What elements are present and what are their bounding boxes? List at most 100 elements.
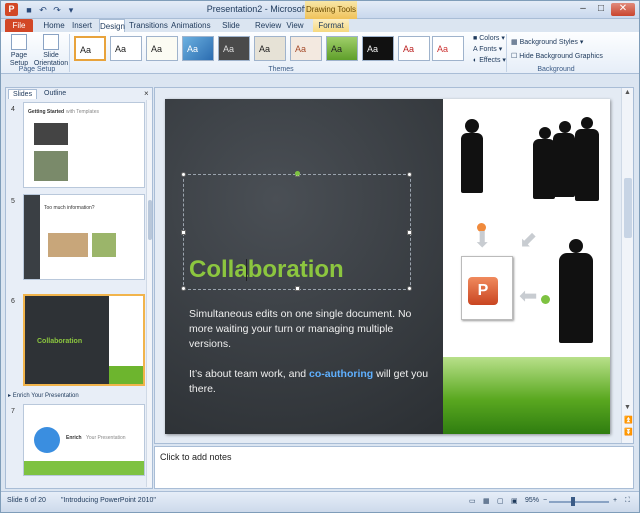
thumb-subtitle: Your Presentation bbox=[86, 435, 126, 441]
slide-thumbnail-6[interactable]: Collaboration bbox=[23, 294, 145, 386]
colors-button[interactable]: ■ Colors ▾ bbox=[473, 34, 505, 43]
next-slide-icon[interactable]: ⏬ bbox=[624, 428, 633, 436]
slide-body-text[interactable]: Simultaneous edits on one single documen… bbox=[189, 307, 429, 412]
theme-thumbnail[interactable]: Aa bbox=[398, 36, 430, 61]
tab-insert[interactable]: Insert bbox=[69, 19, 95, 32]
theme-thumbnail[interactable]: Aa bbox=[146, 36, 178, 61]
tab-view[interactable]: View bbox=[285, 19, 305, 32]
person-silhouette-icon bbox=[569, 239, 583, 253]
fonts-button[interactable]: A Fonts ▾ bbox=[473, 45, 502, 54]
scroll-down-icon[interactable]: ▼ bbox=[624, 404, 631, 411]
ribbon: Page Setup Slide Orientation Page Setup … bbox=[1, 32, 639, 74]
slide-thumbnail-5[interactable]: Too much information? bbox=[23, 194, 145, 280]
resize-handle[interactable] bbox=[407, 172, 412, 177]
zoom-slider-knob[interactable] bbox=[571, 497, 575, 506]
person-silhouette-icon bbox=[559, 121, 571, 133]
tab-slides[interactable]: Slides bbox=[8, 89, 38, 99]
theme-thumbnail[interactable]: Aa bbox=[362, 36, 394, 61]
tab-home[interactable]: Home bbox=[41, 19, 67, 32]
resize-handle[interactable] bbox=[407, 286, 412, 291]
resize-handle[interactable] bbox=[181, 172, 186, 177]
body-text: It’s about team work, and bbox=[189, 368, 310, 380]
grass-image bbox=[443, 357, 610, 434]
theme-thumbnail[interactable]: Aa bbox=[254, 36, 286, 61]
effects-button[interactable]: ◐ Effects ▾ bbox=[473, 56, 506, 65]
thumb-title: Enrich bbox=[66, 435, 82, 441]
person-silhouette-icon bbox=[575, 129, 599, 201]
slide-editing-area: Collaboration Simultaneous edits on one … bbox=[154, 87, 634, 444]
green-dot-icon bbox=[541, 295, 550, 304]
tab-design[interactable]: Design bbox=[99, 19, 125, 32]
theme-thumbnail[interactable]: Aa bbox=[218, 36, 250, 61]
ribbon-tabs: File Home Insert Design Transitions Anim… bbox=[1, 19, 639, 43]
view-reading-icon[interactable]: ▢ bbox=[497, 497, 504, 505]
slides-pane-scrollbar[interactable] bbox=[146, 100, 152, 487]
notes-placeholder[interactable]: Click to add notes bbox=[160, 452, 232, 462]
zoom-out-button[interactable]: − bbox=[543, 497, 547, 504]
resize-handle[interactable] bbox=[407, 230, 412, 235]
editing-area-scrollbar[interactable]: ▲ ▼ ⏫ ⏬ bbox=[621, 88, 633, 443]
previous-slide-icon[interactable]: ⏫ bbox=[624, 416, 633, 424]
title-bar: P ■ ↶ ↷ ▾ Presentation2 - Microsoft Powe… bbox=[1, 1, 639, 19]
tab-animations[interactable]: Animations bbox=[171, 19, 211, 32]
view-normal-icon[interactable]: ▭ bbox=[469, 497, 476, 505]
tab-slide-show[interactable]: Slide Show bbox=[213, 19, 249, 43]
scroll-thumb[interactable] bbox=[148, 200, 152, 240]
slide-number: 4 bbox=[11, 106, 15, 113]
tab-file[interactable]: File bbox=[5, 19, 33, 32]
group-label-background: Background bbox=[537, 66, 575, 73]
scroll-thumb[interactable] bbox=[624, 178, 632, 238]
theme-thumbnail[interactable]: Aa bbox=[432, 36, 464, 61]
redo-icon[interactable]: ↷ bbox=[51, 4, 63, 16]
customize-qat-icon[interactable]: ▾ bbox=[65, 4, 77, 16]
colors-label: Colors bbox=[479, 35, 500, 42]
view-sorter-icon[interactable]: ▦ bbox=[483, 497, 490, 505]
thumb-image bbox=[34, 123, 68, 145]
theme-thumbnail[interactable]: Aa bbox=[182, 36, 214, 61]
close-pane-icon[interactable]: × bbox=[144, 89, 149, 98]
undo-icon[interactable]: ↶ bbox=[37, 4, 49, 16]
close-button[interactable]: ✕ bbox=[611, 3, 635, 16]
rotation-handle[interactable] bbox=[295, 171, 300, 176]
arrow-diagonal-icon: ⬋ bbox=[519, 227, 538, 252]
resize-handle[interactable] bbox=[295, 286, 300, 291]
current-slide[interactable]: Collaboration Simultaneous edits on one … bbox=[165, 99, 610, 434]
tab-format[interactable]: Format bbox=[313, 19, 349, 32]
theme-thumbnail[interactable]: Aa bbox=[290, 36, 322, 61]
zoom-level[interactable]: 95% bbox=[525, 497, 539, 504]
tab-outline[interactable]: Outline bbox=[40, 89, 70, 99]
slide-number: 6 bbox=[11, 298, 15, 305]
slide-thumbnail-4[interactable]: Getting Started with Templates bbox=[23, 102, 145, 188]
resize-handle[interactable] bbox=[181, 230, 186, 235]
thumb-image bbox=[92, 233, 116, 257]
background-styles-label: Background Styles bbox=[519, 39, 578, 46]
background-styles-button[interactable]: ▦ Background Styles ▾ bbox=[511, 38, 583, 47]
zoom-slider[interactable] bbox=[549, 501, 609, 503]
resize-handle[interactable] bbox=[181, 286, 186, 291]
powerpoint-file-icon: P bbox=[461, 256, 513, 320]
slide-title[interactable]: Collaboration bbox=[189, 256, 344, 284]
arrow-down-icon: ⬇ bbox=[473, 227, 492, 252]
tab-transitions[interactable]: Transitions bbox=[129, 19, 168, 32]
save-icon[interactable]: ■ bbox=[23, 4, 35, 16]
section-header[interactable]: ▸ Enrich Your Presentation bbox=[8, 392, 79, 399]
slide-orientation-icon bbox=[43, 34, 59, 50]
person-silhouette-icon bbox=[465, 119, 479, 133]
hide-background-checkbox[interactable]: ☐ Hide Background Graphics bbox=[511, 52, 603, 61]
theme-thumbnail[interactable]: Aa bbox=[110, 36, 142, 61]
minimize-button[interactable]: – bbox=[575, 3, 591, 16]
notes-pane[interactable]: Click to add notes bbox=[154, 446, 634, 489]
thumb-title: Getting Started bbox=[28, 109, 65, 115]
view-slideshow-icon[interactable]: ▣ bbox=[511, 497, 518, 505]
powerpoint-logo-icon[interactable]: P bbox=[5, 3, 18, 16]
slide-thumbnail-7[interactable]: Enrich Your Presentation bbox=[23, 404, 145, 476]
slide-orientation-button[interactable]: Slide Orientation bbox=[33, 34, 69, 68]
tab-review[interactable]: Review bbox=[255, 19, 281, 32]
scroll-up-icon[interactable]: ▲ bbox=[624, 89, 631, 96]
theme-thumbnail[interactable]: Aa bbox=[326, 36, 358, 61]
maximize-button[interactable]: □ bbox=[593, 3, 609, 16]
fit-to-window-icon[interactable]: ⛶ bbox=[625, 497, 630, 505]
page-setup-button[interactable]: Page Setup bbox=[5, 34, 33, 68]
theme-thumbnail-current[interactable]: Aa bbox=[74, 36, 106, 61]
zoom-in-button[interactable]: + bbox=[613, 497, 617, 504]
